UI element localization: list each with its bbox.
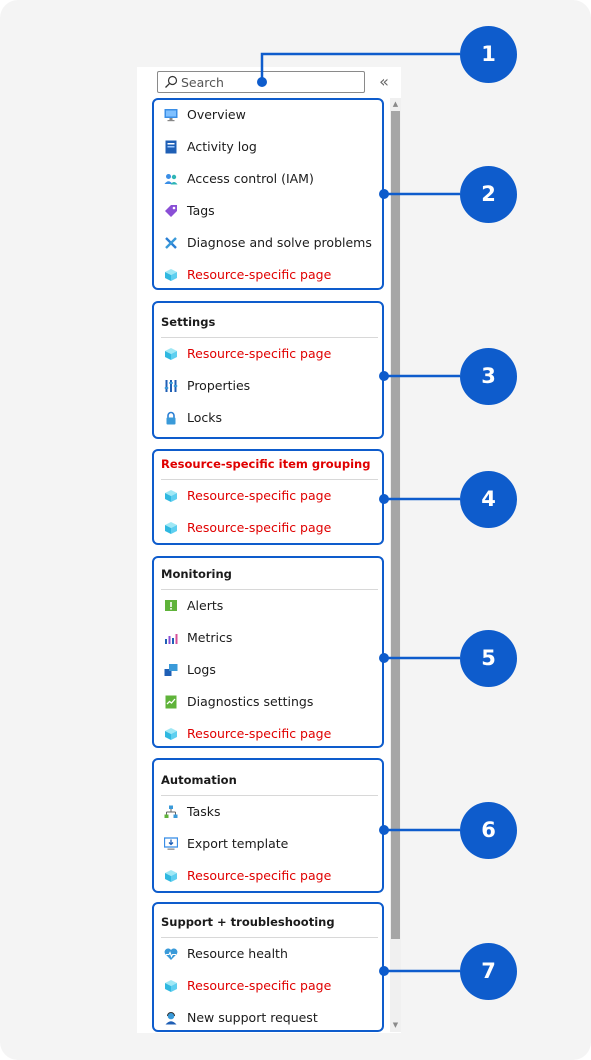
connector-dot-2 <box>379 189 389 199</box>
callout-badge-2: 2 <box>460 166 517 223</box>
connector-1 <box>260 52 460 82</box>
callout-connectors <box>257 52 460 976</box>
callout-badge-1: 1 <box>460 26 517 83</box>
connector-dot-6 <box>379 825 389 835</box>
connector-dot-7 <box>379 966 389 976</box>
callout-badge-5: 5 <box>460 630 517 687</box>
connector-dot-1 <box>257 77 267 87</box>
connector-dot-3 <box>379 371 389 381</box>
connector-dot-4 <box>379 494 389 504</box>
callout-badge-4: 4 <box>460 471 517 528</box>
callout-badge-3: 3 <box>460 348 517 405</box>
callout-badge-6: 6 <box>460 802 517 859</box>
connector-dot-5 <box>379 653 389 663</box>
callout-badge-7: 7 <box>460 943 517 1000</box>
